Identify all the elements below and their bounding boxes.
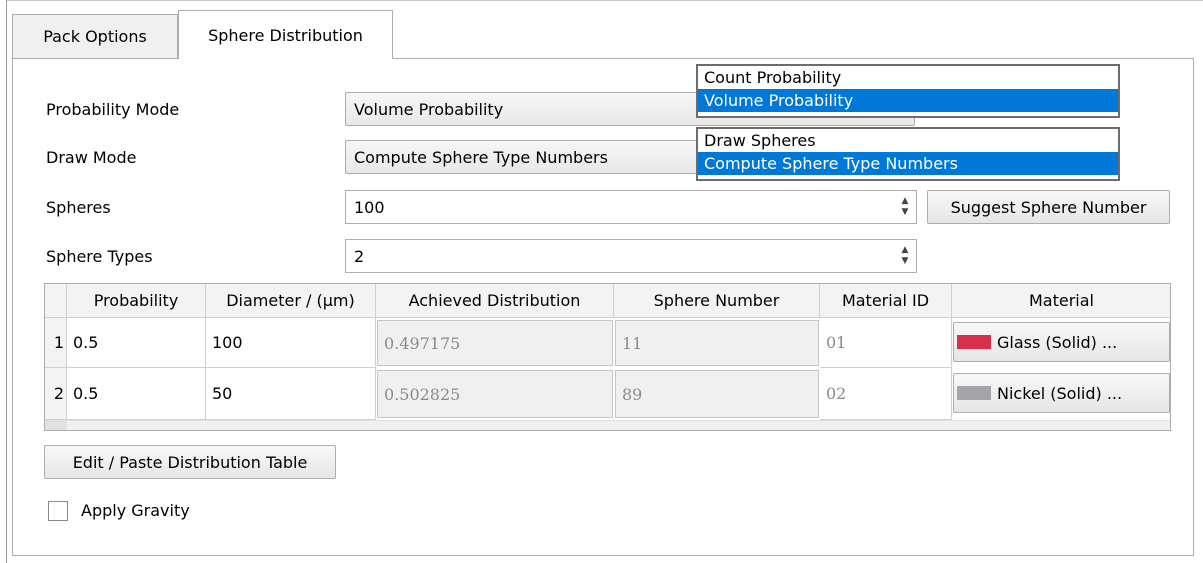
table-corner [45, 284, 67, 318]
tab-label: Sphere Distribution [208, 25, 363, 45]
table-cell-achieved-distribution: 0.497175 [377, 320, 613, 366]
suggest-button-label: Suggest Sphere Number [950, 197, 1147, 217]
window-border-top [6, 0, 1203, 1]
table-cell-diameter[interactable]: 100 [206, 318, 376, 368]
draw-mode-dropdown: Draw Spheres Compute Sphere Type Numbers [696, 127, 1120, 181]
spheres-label: Spheres [46, 198, 111, 217]
column-header-diameter[interactable]: Diameter / (μm) [206, 284, 376, 318]
window-border-left [6, 0, 7, 563]
spheres-spinbox[interactable]: 100 ▲ ▼ [345, 190, 917, 224]
tab-sphere-distribution[interactable]: Sphere Distribution [178, 10, 393, 59]
table-cell-material-id: 02 [820, 368, 952, 420]
material-button-glass[interactable]: Glass (Solid) ... [953, 322, 1170, 362]
option-draw-spheres[interactable]: Draw Spheres [698, 129, 1118, 152]
probability-mode-label: Probability Mode [46, 100, 180, 119]
horizontal-scrollbar[interactable] [45, 420, 1170, 430]
column-header-achieved-distribution[interactable]: Achieved Distribution [376, 284, 614, 318]
column-header-material[interactable]: Material [952, 284, 1170, 318]
table-cell-sphere-number: 89 [615, 370, 819, 418]
tab-label: Pack Options [43, 27, 147, 46]
row-header[interactable]: 1 [45, 318, 67, 368]
sphere-distribution-table: Probability Diameter / (μm) Achieved Dis… [44, 283, 1171, 431]
suggest-sphere-number-button[interactable]: Suggest Sphere Number [927, 190, 1170, 224]
probability-mode-value: Volume Probability [354, 99, 504, 119]
sphere-types-label: Sphere Types [46, 247, 153, 266]
option-volume-probability[interactable]: Volume Probability [698, 89, 1118, 112]
spin-arrows-icon[interactable]: ▲ ▼ [896, 193, 914, 221]
table-cell-sphere-number: 11 [615, 320, 819, 366]
material-color-swatch [957, 386, 991, 400]
column-header-sphere-number[interactable]: Sphere Number [614, 284, 820, 318]
material-label: Glass (Solid) ... [997, 332, 1118, 352]
sphere-types-spinbox[interactable]: 2 ▲ ▼ [345, 239, 917, 273]
tab-pack-options[interactable]: Pack Options [12, 14, 178, 58]
spheres-value: 100 [354, 197, 385, 217]
edit-paste-distribution-table-button[interactable]: Edit / Paste Distribution Table [44, 445, 336, 479]
apply-gravity-checkbox[interactable] [48, 501, 68, 521]
probability-mode-dropdown: Count Probability Volume Probability [696, 64, 1120, 118]
table-cell-achieved-distribution: 0.502825 [377, 370, 613, 418]
column-header-material-id[interactable]: Material ID [820, 284, 952, 318]
edit-button-label: Edit / Paste Distribution Table [72, 452, 308, 472]
material-label: Nickel (Solid) ... [997, 383, 1123, 403]
table-cell-diameter[interactable]: 50 [206, 368, 376, 420]
spin-arrows-icon[interactable]: ▲ ▼ [896, 242, 914, 270]
sphere-types-value: 2 [354, 246, 365, 266]
material-button-nickel[interactable]: Nickel (Solid) ... [953, 373, 1170, 413]
table-cell-material-id: 01 [820, 318, 952, 368]
option-count-probability[interactable]: Count Probability [698, 66, 1118, 89]
column-header-probability[interactable]: Probability [67, 284, 206, 318]
table-cell-probability[interactable]: 0.5 [67, 318, 206, 368]
material-color-swatch [957, 335, 991, 349]
table-cell-probability[interactable]: 0.5 [67, 368, 206, 420]
draw-mode-value: Compute Sphere Type Numbers [354, 147, 608, 167]
row-header[interactable]: 2 [45, 368, 67, 420]
option-compute-sphere-type-numbers[interactable]: Compute Sphere Type Numbers [698, 152, 1118, 175]
draw-mode-label: Draw Mode [46, 148, 137, 167]
apply-gravity-label[interactable]: Apply Gravity [81, 501, 190, 520]
